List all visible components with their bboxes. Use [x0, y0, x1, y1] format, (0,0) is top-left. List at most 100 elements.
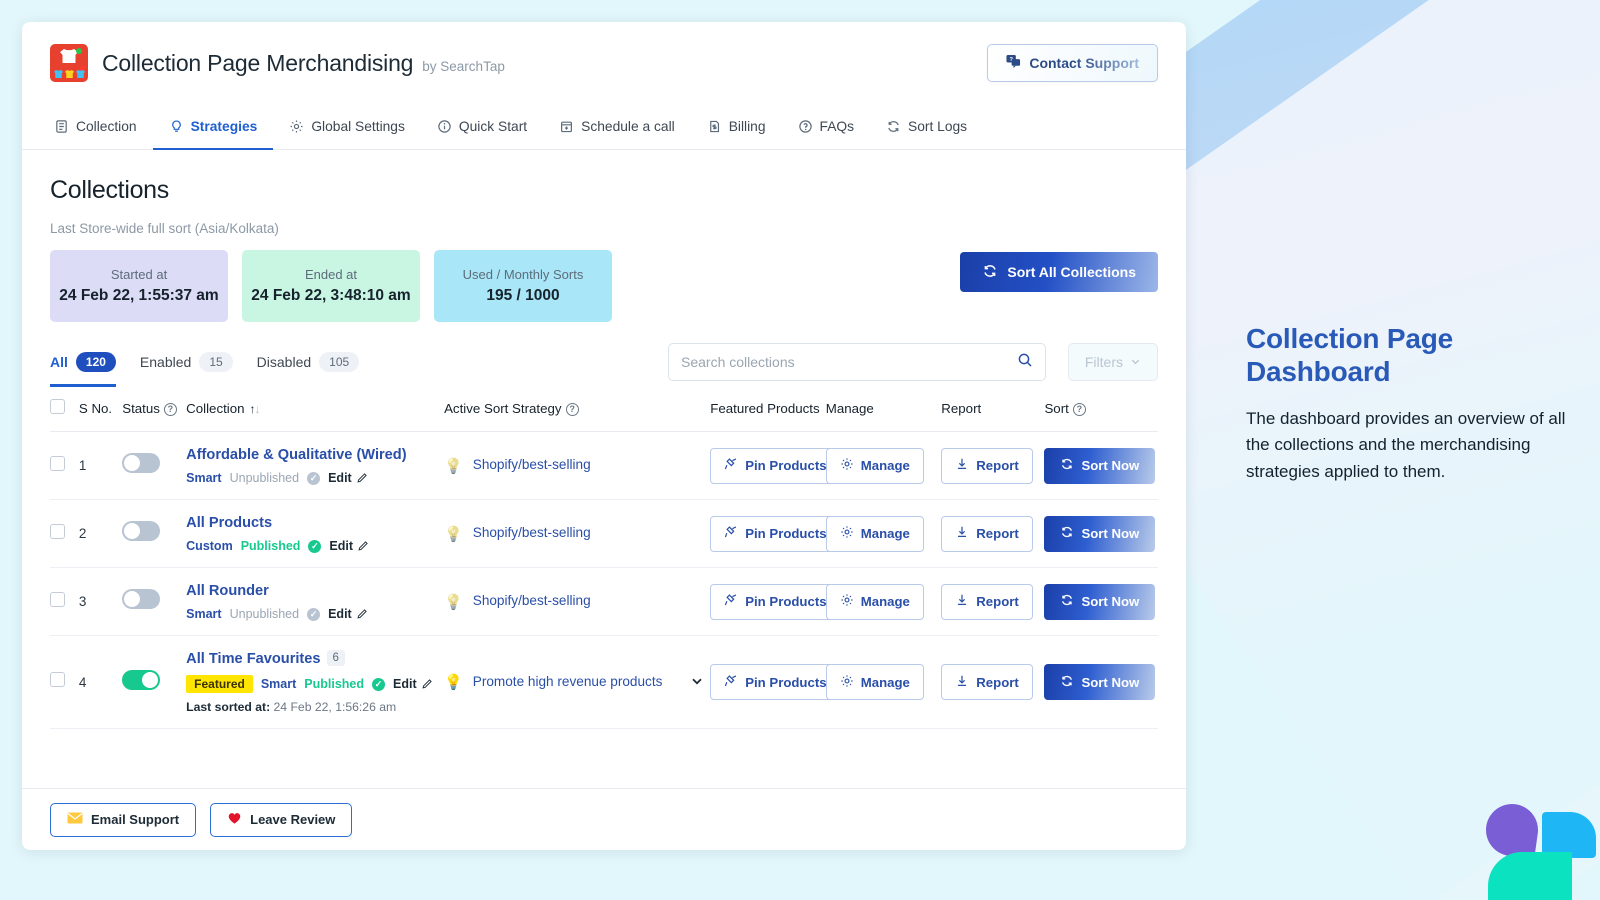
sort-now-button[interactable]: Sort Now — [1044, 448, 1155, 484]
contact-support-button[interactable]: ? Contact Support — [987, 44, 1158, 82]
row-collection-cell: Affordable & Qualitative (Wired) Smart U… — [186, 432, 444, 500]
nav-item-sort-logs[interactable]: Sort Logs — [870, 105, 983, 150]
row-checkbox[interactable] — [50, 672, 65, 687]
download-icon — [955, 525, 969, 542]
pin-products-button[interactable]: Pin Products — [710, 664, 840, 700]
pin-products-button[interactable]: Pin Products — [710, 584, 840, 620]
edit-link[interactable]: Edit — [393, 677, 433, 691]
sort-now-button[interactable]: Sort Now — [1044, 664, 1155, 700]
row-manage-cell: Manage — [826, 500, 942, 568]
strategy-link[interactable]: Shopify/best-selling — [473, 524, 591, 542]
status-toggle[interactable] — [122, 589, 160, 609]
nav-label-quick-start: Quick Start — [459, 119, 527, 134]
refresh-icon — [1060, 457, 1074, 474]
row-status-cell — [122, 636, 186, 729]
status-toggle[interactable] — [122, 453, 160, 473]
app-footer: Email Support Leave Review — [22, 788, 1186, 850]
manage-button[interactable]: Manage — [826, 516, 924, 552]
help-icon[interactable]: ? — [164, 403, 177, 416]
edit-link[interactable]: Edit — [328, 607, 368, 621]
collection-name-link[interactable]: All Rounder — [186, 583, 269, 599]
collection-meta: Custom Published ✓ Edit — [186, 539, 444, 553]
stat-label: Used / Monthly Sorts — [463, 267, 584, 282]
collection-name-link[interactable]: All Time Favourites — [186, 651, 320, 667]
nav-item-schedule-a-call[interactable]: Schedule a call — [543, 105, 691, 150]
expand-strategy-chevron-down-icon[interactable] — [690, 674, 710, 691]
bulb-icon: 💡 — [444, 457, 463, 475]
contact-support-label: Contact Support — [1029, 55, 1139, 71]
header-s-no: S No. — [79, 387, 122, 432]
publish-check-icon: ✓ — [308, 540, 321, 553]
nav-label-billing: Billing — [729, 119, 766, 134]
edit-link[interactable]: Edit — [329, 539, 369, 553]
search-collections-box[interactable] — [668, 343, 1046, 381]
strategy-link[interactable]: Shopify/best-selling — [473, 456, 591, 474]
bulb-icon — [169, 119, 184, 134]
sort-now-button[interactable]: Sort Now — [1044, 516, 1155, 552]
list-icon — [54, 119, 69, 134]
nav-label-faqs: FAQs — [820, 119, 855, 134]
publish-check-icon: ✓ — [307, 472, 320, 485]
select-all-checkbox[interactable] — [50, 399, 65, 414]
pin-products-button[interactable]: Pin Products — [710, 516, 840, 552]
tab-all[interactable]: All 120 — [50, 352, 116, 387]
nav-item-faqs[interactable]: FAQs — [782, 105, 871, 150]
row-s-no: 1 — [79, 432, 122, 500]
row-checkbox[interactable] — [50, 456, 65, 471]
question-icon — [798, 119, 813, 134]
collection-name-link[interactable]: All Products — [186, 515, 272, 531]
gear-icon — [840, 674, 854, 691]
refresh-icon — [1060, 593, 1074, 610]
status-toggle[interactable] — [122, 670, 160, 690]
manage-button[interactable]: Manage — [826, 448, 924, 484]
sort-all-collections-button[interactable]: Sort All Collections — [960, 252, 1158, 292]
report-button[interactable]: Report — [941, 516, 1033, 552]
manage-label: Manage — [861, 675, 910, 690]
collection-name-link[interactable]: Affordable & Qualitative (Wired) — [186, 447, 406, 463]
help-icon[interactable]: ? — [1073, 403, 1086, 416]
stat-label: Ended at — [305, 267, 357, 282]
stat-value: 24 Feb 22, 3:48:10 am — [251, 287, 410, 305]
help-icon[interactable]: ? — [566, 403, 579, 416]
refresh-icon — [1060, 525, 1074, 542]
nav-label-sort-logs: Sort Logs — [908, 119, 967, 134]
row-sort-cell: Sort Now — [1044, 500, 1158, 568]
tab-disabled[interactable]: Disabled 105 — [257, 352, 360, 387]
report-button[interactable]: Report — [941, 584, 1033, 620]
manage-button[interactable]: Manage — [826, 584, 924, 620]
pin-products-button[interactable]: Pin Products — [710, 448, 840, 484]
edit-link[interactable]: Edit — [328, 471, 368, 485]
sort-now-label: Sort Now — [1081, 458, 1139, 473]
row-checkbox[interactable] — [50, 524, 65, 539]
nav-item-quick-start[interactable]: Quick Start — [421, 105, 543, 150]
nav-item-global-settings[interactable]: Global Settings — [273, 105, 421, 150]
email-support-button[interactable]: Email Support — [50, 803, 196, 837]
nav-item-billing[interactable]: Billing — [691, 105, 782, 150]
row-collection-cell: All Rounder Smart Unpublished ✓ Edit — [186, 568, 444, 636]
filters-button[interactable]: Filters — [1068, 343, 1158, 381]
strategy-link[interactable]: Shopify/best-selling — [473, 592, 591, 610]
report-button[interactable]: Report — [941, 448, 1033, 484]
table-row: 3 All Rounder Smart Unpublished ✓ Edit 💡… — [50, 568, 1158, 636]
row-strategy-cell: 💡 Promote high revenue products — [444, 636, 710, 729]
tab-enabled[interactable]: Enabled 15 — [140, 352, 233, 387]
header-collection[interactable]: Collection↑↓ — [186, 387, 444, 432]
status-toggle[interactable] — [122, 521, 160, 541]
nav-label-global-settings: Global Settings — [311, 119, 405, 134]
download-icon — [955, 593, 969, 610]
nav-item-strategies[interactable]: Strategies — [153, 105, 274, 150]
strategy-link[interactable]: Promote high revenue products — [473, 673, 663, 691]
sort-now-button[interactable]: Sort Now — [1044, 584, 1155, 620]
row-checkbox[interactable] — [50, 592, 65, 607]
report-button[interactable]: Report — [941, 664, 1033, 700]
stat-card-started-at: Started at 24 Feb 22, 1:55:37 am — [50, 250, 228, 322]
manage-label: Manage — [861, 458, 910, 473]
stat-value: 24 Feb 22, 1:55:37 am — [59, 287, 218, 305]
search-icon[interactable] — [1017, 352, 1033, 373]
nav-item-collection[interactable]: Collection — [50, 105, 153, 150]
sort-arrows-icon[interactable]: ↑↓ — [250, 402, 260, 416]
search-input[interactable] — [681, 354, 1017, 370]
publish-check-icon: ✓ — [372, 678, 385, 691]
leave-review-button[interactable]: Leave Review — [210, 803, 352, 837]
manage-button[interactable]: Manage — [826, 664, 924, 700]
